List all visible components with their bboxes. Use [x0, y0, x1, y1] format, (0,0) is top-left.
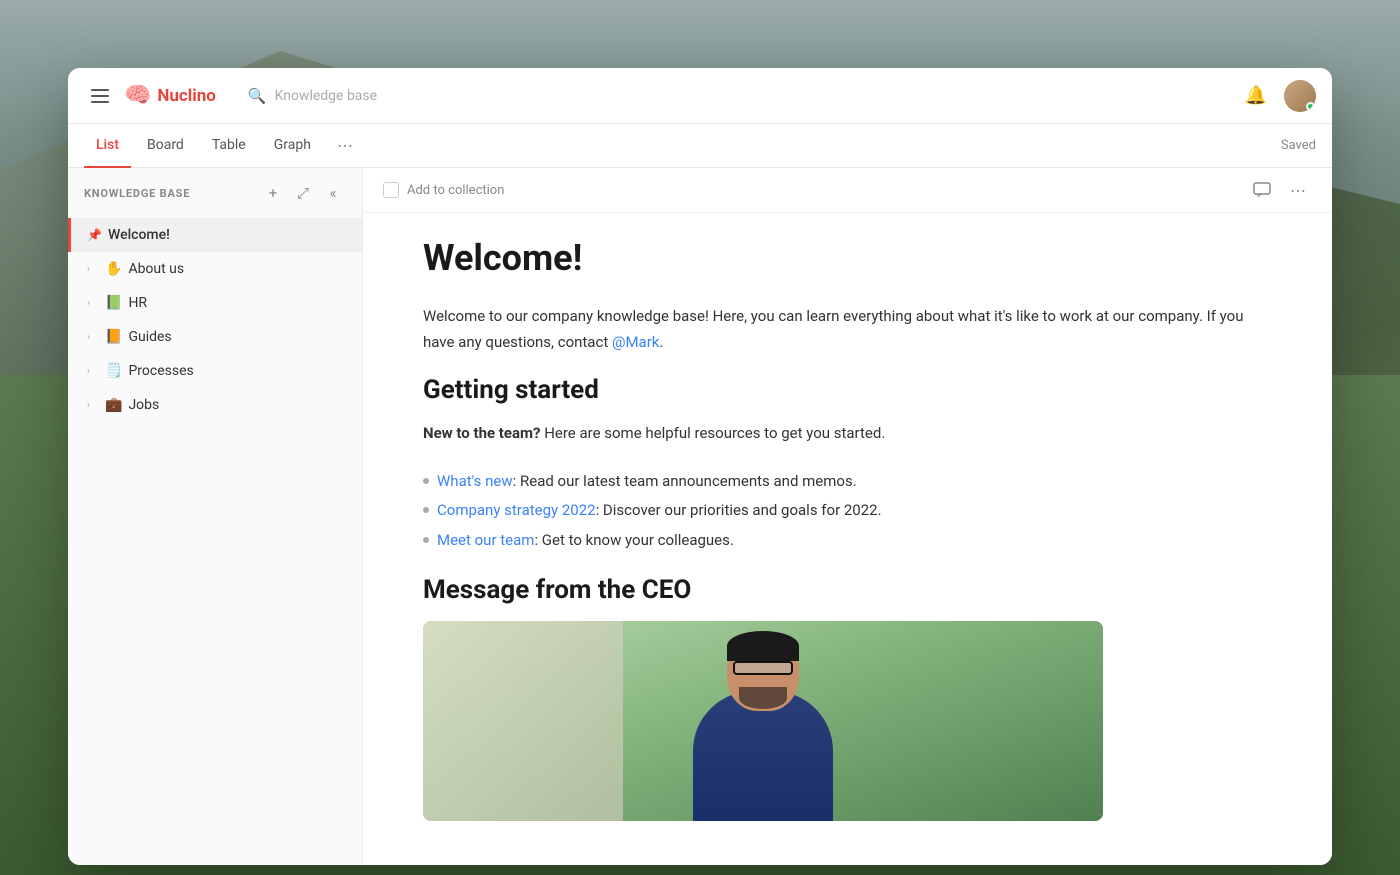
sidebar-add-button[interactable]: +	[260, 180, 286, 206]
comment-icon	[1253, 182, 1271, 198]
intro-text: Welcome to our company knowledge base! H…	[423, 307, 1243, 351]
ceo-message-heading: Message from the CEO	[423, 575, 1272, 605]
add-collection-checkbox[interactable]	[383, 182, 399, 198]
sidebar-item-hr[interactable]: › 📗 HR □	[68, 286, 362, 320]
ceo-video[interactable]	[423, 621, 1103, 821]
comments-button[interactable]	[1248, 176, 1276, 204]
sidebar-item-label: Guides	[128, 329, 326, 345]
new-to-team-label: New to the team?	[423, 424, 540, 442]
person-figure	[693, 691, 833, 821]
sidebar-item-label: About us	[128, 261, 326, 277]
list-item-rest: : Read our latest team announcements and…	[513, 472, 857, 490]
list-item-content: Company strategy 2022: Discover our prio…	[437, 498, 882, 524]
contact-link[interactable]: @Mark	[612, 333, 659, 351]
list-item: Company strategy 2022: Discover our prio…	[423, 496, 1272, 526]
chevron-icon: ›	[87, 400, 103, 411]
item-emoji: ✋	[105, 261, 122, 277]
sidebar-title: KNOWLEDGE BASE	[84, 187, 252, 200]
tabs-more-button[interactable]: ⋯	[331, 132, 359, 160]
sidebar-item-jobs[interactable]: › 💼 Jobs □	[68, 388, 362, 422]
notifications-button[interactable]: 🔔	[1240, 80, 1272, 112]
sidebar-item-processes[interactable]: › 🗒️ Processes □	[68, 354, 362, 388]
intro-end: .	[659, 333, 663, 351]
hamburger-icon	[91, 89, 109, 103]
list-item: Meet our team: Get to know your colleagu…	[423, 526, 1272, 556]
bullet-dot	[423, 478, 429, 484]
online-indicator	[1306, 102, 1315, 111]
sidebar-header: KNOWLEDGE BASE + ⤢ «	[68, 168, 362, 218]
tab-graph[interactable]: Graph	[262, 124, 323, 168]
getting-started-heading: Getting started	[423, 375, 1272, 405]
content-area: Add to collection ⋯ Welcome! Welcome to …	[363, 168, 1332, 865]
sidebar-list: 📌 Welcome! □ › ✋ About us □ › 📗 HR □	[68, 218, 362, 865]
tabs-bar: List Board Table Graph ⋯ Saved	[68, 124, 1332, 168]
content-scroll[interactable]: Welcome! Welcome to our company knowledg…	[363, 213, 1332, 865]
sidebar-item-welcome[interactable]: 📌 Welcome! □	[68, 218, 362, 252]
main-content: KNOWLEDGE BASE + ⤢ « 📌 Welcome! □ › ✋	[68, 168, 1332, 865]
page-title: Welcome!	[423, 237, 1272, 280]
new-to-team-text: Here are some helpful resources to get y…	[540, 424, 885, 442]
new-to-team-para: New to the team? Here are some helpful r…	[423, 421, 1272, 447]
search-bar[interactable]: 🔍 Knowledge base	[236, 81, 1240, 111]
sidebar-actions: + ⤢ «	[260, 180, 346, 206]
company-strategy-link[interactable]: Company strategy 2022	[437, 501, 596, 519]
menu-button[interactable]	[84, 80, 116, 112]
pin-icon: 📌	[87, 228, 102, 242]
item-emoji: 💼	[105, 397, 122, 413]
sidebar-collapse-button[interactable]: «	[320, 180, 346, 206]
whats-new-link[interactable]: What's new	[437, 472, 513, 490]
list-item-rest: : Discover our priorities and goals for …	[596, 501, 882, 519]
chevron-icon: ›	[87, 264, 103, 275]
app-window: 🧠 Nuclino 🔍 Knowledge base 🔔 List Board …	[68, 68, 1332, 865]
item-emoji: 🗒️	[105, 363, 122, 379]
chevron-icon: ›	[87, 366, 103, 377]
add-collection-label[interactable]: Add to collection	[407, 183, 504, 198]
content-toolbar-right: ⋯	[1248, 176, 1312, 204]
sidebar-item-label: Jobs	[128, 397, 326, 413]
resources-list: What's new: Read our latest team announc…	[423, 467, 1272, 556]
logo-icon: 🧠	[124, 83, 151, 108]
person-hair	[727, 631, 799, 661]
logo[interactable]: 🧠 Nuclino	[124, 83, 216, 108]
chevron-icon: ›	[87, 298, 103, 309]
header-actions: 🔔	[1240, 80, 1316, 112]
search-icon: 🔍	[248, 87, 267, 105]
item-emoji: 📙	[105, 329, 122, 345]
bullet-dot	[423, 507, 429, 513]
content-toolbar: Add to collection ⋯	[363, 168, 1332, 213]
list-item-content: Meet our team: Get to know your colleagu…	[437, 528, 734, 554]
list-item-content: What's new: Read our latest team announc…	[437, 469, 857, 495]
building-bg	[423, 621, 623, 821]
search-placeholder-text: Knowledge base	[275, 88, 377, 104]
more-options-button[interactable]: ⋯	[1284, 176, 1312, 204]
logo-text: Nuclino	[157, 86, 216, 106]
saved-status: Saved	[1281, 138, 1316, 153]
header: 🧠 Nuclino 🔍 Knowledge base 🔔	[68, 68, 1332, 124]
sidebar-item-label: HR	[128, 295, 326, 311]
tab-list[interactable]: List	[84, 124, 131, 168]
sidebar-item-guides[interactable]: › 📙 Guides □	[68, 320, 362, 354]
person-glasses	[733, 661, 793, 675]
meet-team-link[interactable]: Meet our team	[437, 531, 534, 549]
tab-table[interactable]: Table	[200, 124, 258, 168]
bullet-dot	[423, 537, 429, 543]
sidebar-item-label: Processes	[128, 363, 326, 379]
intro-paragraph: Welcome to our company knowledge base! H…	[423, 304, 1272, 355]
sidebar: KNOWLEDGE BASE + ⤢ « 📌 Welcome! □ › ✋	[68, 168, 363, 865]
tab-board[interactable]: Board	[135, 124, 196, 168]
person-beard	[739, 687, 787, 709]
person-head	[727, 631, 799, 711]
list-item: What's new: Read our latest team announc…	[423, 467, 1272, 497]
user-avatar[interactable]	[1284, 80, 1316, 112]
sidebar-item-label: Welcome!	[108, 227, 326, 243]
list-item-rest: : Get to know your colleagues.	[534, 531, 733, 549]
item-emoji: 📗	[105, 295, 122, 311]
chevron-icon: ›	[87, 332, 103, 343]
sidebar-item-about-us[interactable]: › ✋ About us □	[68, 252, 362, 286]
sidebar-expand-button[interactable]: ⤢	[290, 180, 316, 206]
